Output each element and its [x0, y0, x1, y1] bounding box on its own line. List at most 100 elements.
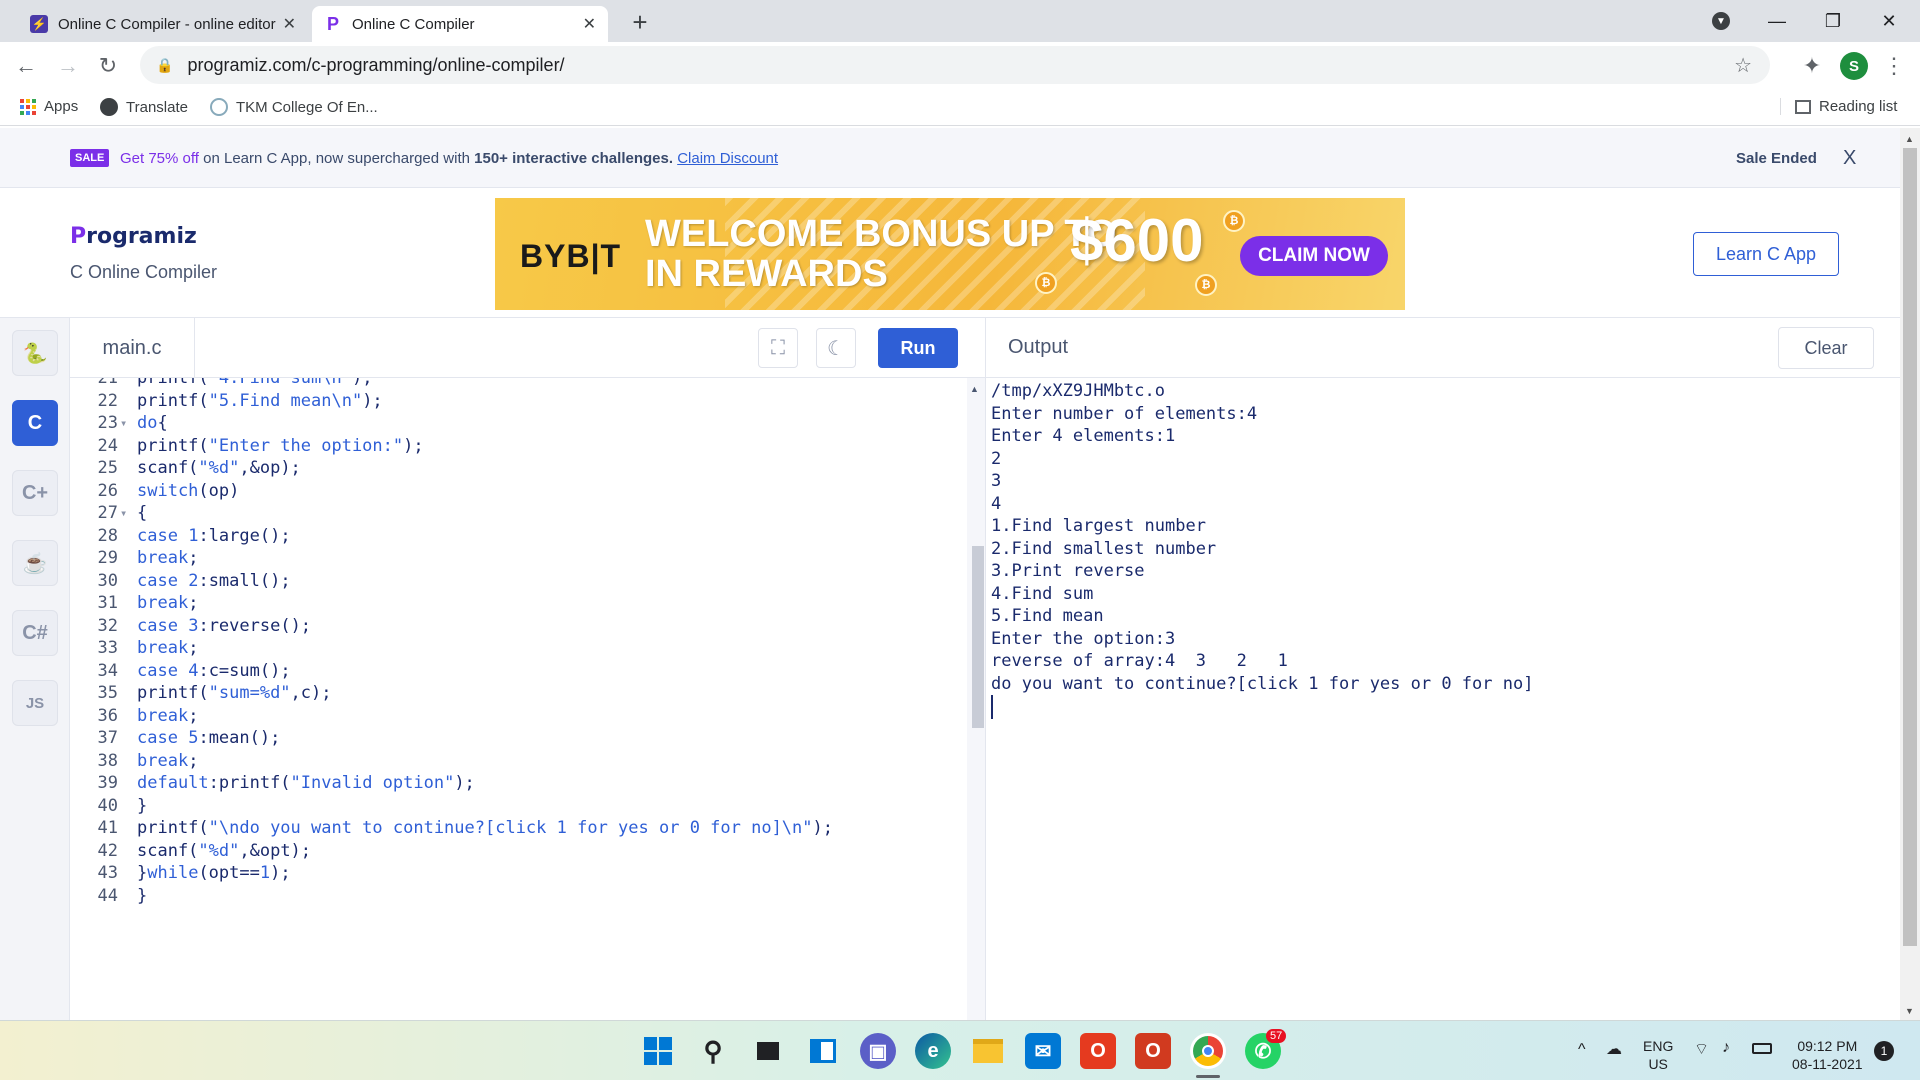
javascript-icon[interactable]: JS — [12, 680, 58, 726]
sale-text-mid: on Learn C App, now supercharged with — [203, 150, 470, 167]
clock-date: 08-11-2021 — [1792, 1056, 1863, 1072]
dark-mode-icon[interactable]: ☾ — [816, 328, 856, 368]
csharp-icon[interactable]: C# — [12, 610, 58, 656]
restore-button[interactable]: ❐ — [1810, 0, 1856, 42]
browser-tab-strip: ⚡ Online C Compiler - online editor ✕ P … — [0, 0, 1920, 42]
claim-discount-link[interactable]: Claim Discount — [677, 150, 778, 167]
reading-list-button[interactable]: Reading list — [1780, 98, 1897, 115]
active-app-indicator — [1196, 1075, 1220, 1078]
programiz-logo[interactable]: Programiz — [70, 224, 197, 249]
task-view-icon[interactable] — [750, 1033, 786, 1069]
chrome-icon[interactable] — [1190, 1033, 1226, 1069]
tab-search-icon[interactable]: ▼ — [1698, 0, 1744, 42]
tab-title: Online C Compiler — [352, 15, 475, 33]
sale-badge: SALE — [70, 149, 110, 167]
close-tab-icon[interactable]: ✕ — [583, 14, 596, 34]
advertisement-banner[interactable]: BYB|T WELCOME BONUS UP TO IN REWARDS $60… — [495, 198, 1405, 310]
output-line: do you want to continue?[click 1 for yes… — [991, 673, 1534, 694]
logo-text: Programiz — [70, 224, 197, 249]
sale-text-bold: 150+ interactive challenges. — [474, 150, 674, 167]
output-console[interactable]: /tmp/xXZ9JHMbtc.o Enter number of element… — [986, 378, 1901, 1020]
office-alt-icon[interactable]: O — [1135, 1033, 1171, 1069]
coin-icon: ₿ — [1035, 272, 1057, 294]
bookmark-label: TKM College Of En... — [236, 98, 378, 116]
output-title: Output — [1008, 336, 1069, 358]
language-code: ENG — [1643, 1038, 1674, 1054]
onedrive-icon[interactable]: ☁ — [1606, 1039, 1622, 1059]
search-icon[interactable]: ⚲ — [695, 1033, 731, 1069]
code-line[interactable]: 44} — [70, 883, 967, 910]
bookmark-star-icon[interactable]: ☆ — [1734, 53, 1752, 78]
bookmark-tkm[interactable]: TKM College Of En... — [210, 98, 378, 116]
text-cursor — [991, 695, 993, 719]
bookmark-label: Apps — [44, 98, 79, 115]
file-explorer-icon[interactable] — [970, 1033, 1006, 1069]
wifi-icon[interactable]: ⌔ — [1694, 1039, 1709, 1059]
lightning-icon: ⚡ — [30, 15, 48, 33]
close-window-button[interactable]: ✕ — [1866, 0, 1912, 42]
sale-highlight: Get 75% off — [120, 150, 199, 167]
editor-scrollbar-thumb[interactable] — [972, 546, 984, 728]
region-code: US — [1648, 1056, 1668, 1072]
minimize-button[interactable]: — — [1754, 0, 1800, 42]
menu-icon[interactable]: ⋮ — [1878, 50, 1910, 82]
browser-tab-1[interactable]: ⚡ Online C Compiler - online editor ✕ — [18, 6, 308, 42]
address-bar[interactable]: 🔒 programiz.com/c-programming/online-com… — [140, 46, 1770, 84]
edge-icon[interactable]: e — [915, 1033, 951, 1069]
code-editor-panel: main.c ⛶ ☾ Run 21 printf("4.Find sum\n");… — [70, 318, 985, 1020]
back-icon[interactable]: ← — [10, 50, 42, 82]
close-sale-banner-button[interactable]: X — [1843, 147, 1856, 170]
clear-button[interactable]: Clear — [1778, 327, 1874, 369]
tab-title: Online C Compiler - online editor — [58, 15, 276, 33]
bookmark-apps[interactable]: Apps — [20, 98, 78, 115]
clock-time: 09:12 PM — [1797, 1038, 1858, 1054]
translate-icon — [100, 98, 118, 116]
forward-icon[interactable]: → — [52, 50, 84, 82]
python-icon[interactable]: 🐍 — [12, 330, 58, 376]
reading-list-label: Reading list — [1819, 98, 1898, 115]
mail-icon[interactable]: ✉ — [1025, 1033, 1061, 1069]
browser-toolbar: ← → ↻ 🔒 programiz.com/c-programming/onli… — [0, 42, 1920, 90]
scroll-up-icon[interactable]: ▲ — [1905, 134, 1914, 144]
reload-icon[interactable]: ↻ — [92, 50, 124, 82]
site-header: Programiz C Online Compiler BYB|T WELCOM… — [0, 188, 1900, 318]
run-button[interactable]: Run — [878, 328, 958, 368]
scroll-up-icon[interactable]: ▲ — [970, 384, 979, 394]
clock[interactable]: 09:12 PM 08-11-2021 — [1792, 1037, 1863, 1073]
battery-icon[interactable] — [1752, 1043, 1772, 1054]
notification-badge[interactable]: 1 — [1874, 1041, 1894, 1061]
ad-claim-button[interactable]: CLAIM NOW — [1240, 236, 1388, 276]
whatsapp-badge: 57 — [1266, 1029, 1287, 1043]
output-header: Output Clear — [986, 318, 1901, 378]
page-scrollbar-thumb[interactable] — [1903, 148, 1917, 946]
ad-headline-line1: WELCOME BONUS UP TO — [645, 213, 1117, 255]
ad-brand: BYB|T — [520, 238, 622, 274]
fullscreen-icon[interactable]: ⛶ — [758, 328, 798, 368]
c-language-icon[interactable]: C — [12, 400, 58, 446]
profile-avatar[interactable]: S — [1840, 52, 1868, 80]
tray-expand-icon[interactable]: ^ — [1578, 1041, 1586, 1059]
new-tab-button[interactable]: + — [624, 6, 656, 38]
windows-start-icon[interactable] — [640, 1033, 676, 1069]
page-title: C Online Compiler — [70, 262, 218, 282]
windows-taskbar: ⚲ ▣ e ✉ O O ✆ 57 ^ ☁ ENG US ⌔ ♪ 09:12 PM… — [0, 1020, 1920, 1080]
teams-chat-icon[interactable]: ▣ — [860, 1033, 896, 1069]
close-tab-icon[interactable]: ✕ — [283, 14, 296, 34]
java-icon[interactable]: ☕ — [12, 540, 58, 586]
volume-icon[interactable]: ♪ — [1722, 1039, 1730, 1057]
bookmark-translate[interactable]: Translate — [100, 98, 188, 116]
learn-c-app-button[interactable]: Learn C App — [1693, 232, 1839, 276]
widgets-icon[interactable] — [805, 1033, 841, 1069]
file-tab-main-c[interactable]: main.c — [70, 318, 195, 378]
code-text: } — [137, 885, 148, 906]
browser-tab-2[interactable]: P Online C Compiler ✕ — [312, 6, 608, 42]
sale-text: Get 75% off on Learn C App, now supercha… — [120, 150, 778, 167]
output-line: Enter 4 elements:1 — [991, 426, 1176, 446]
extensions-icon[interactable]: ✦ — [1796, 50, 1828, 82]
code-area[interactable]: 21 printf("4.Find sum\n"); 22 printf("5.Fin… — [70, 378, 967, 1020]
reading-list-icon — [1795, 99, 1811, 114]
office-icon[interactable]: O — [1080, 1033, 1116, 1069]
cpp-icon[interactable]: C+ — [12, 470, 58, 516]
input-language[interactable]: ENG US — [1643, 1037, 1673, 1073]
scroll-down-icon[interactable]: ▼ — [1905, 1006, 1914, 1016]
